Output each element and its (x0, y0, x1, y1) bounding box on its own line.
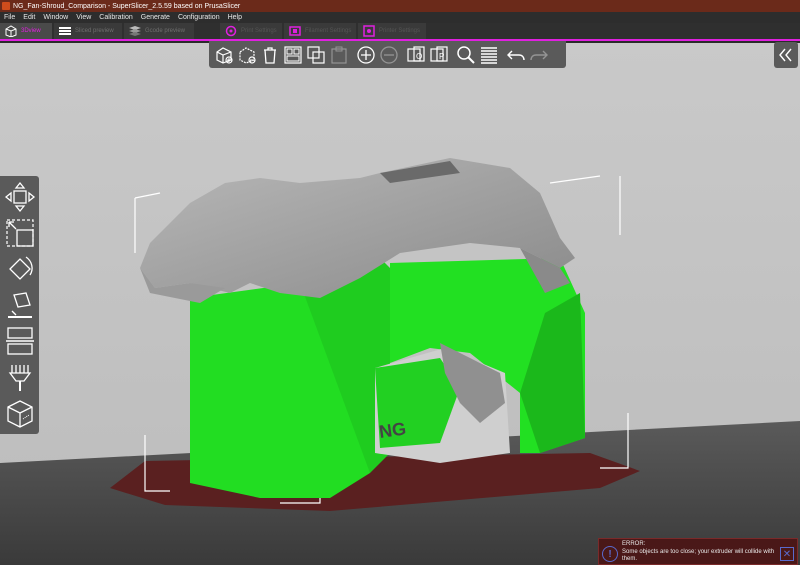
add-button[interactable] (213, 44, 235, 66)
menu-view[interactable]: View (76, 14, 91, 21)
undo-button[interactable] (505, 44, 527, 66)
rotate-icon (8, 256, 33, 280)
paste-button[interactable] (328, 44, 350, 66)
delete-all-button[interactable] (259, 44, 281, 66)
view-cube-button[interactable] (3, 396, 37, 430)
trash-icon (264, 46, 276, 64)
error-notification: ! ERROR: Some objects are too close; you… (598, 538, 798, 565)
menu-window[interactable]: Window (43, 14, 68, 21)
app-icon (2, 2, 10, 10)
gear-icon (224, 25, 238, 37)
delete-button[interactable] (236, 44, 258, 66)
arrange-icon (284, 45, 302, 64)
layers-icon (58, 25, 72, 37)
double-chevron-icon (779, 48, 792, 62)
search-button[interactable] (455, 44, 477, 66)
tab-printer-settings[interactable]: Printer Settings (358, 23, 426, 39)
rotate-tool-button[interactable] (3, 252, 37, 286)
split-objects-button[interactable]: O (405, 44, 427, 66)
split-objects-icon: O (407, 45, 425, 62)
move-tool-button[interactable] (3, 180, 37, 214)
menu-help[interactable]: Help (228, 14, 242, 21)
error-text: ERROR: Some objects are too close; your … (622, 541, 778, 564)
undo-icon (507, 50, 525, 60)
tab-sliced-preview[interactable]: Sliced preview (54, 23, 122, 39)
copy-button[interactable] (305, 44, 327, 66)
split-parts-icon: P (430, 45, 448, 62)
plus-circle-icon (357, 45, 375, 64)
place-on-face-icon (7, 292, 32, 318)
printer-icon (362, 25, 376, 37)
redo-icon (530, 50, 548, 60)
add-instance-button[interactable] (355, 44, 377, 66)
top-toolbar: O P (209, 41, 566, 68)
layer-editing-icon (481, 46, 497, 64)
cut-icon (5, 327, 34, 355)
tab-bar: 3Dview Sliced preview Gcode preview Prin… (0, 23, 800, 41)
add-object-icon (216, 46, 233, 64)
menu-file[interactable]: File (4, 14, 15, 21)
paste-icon (331, 46, 347, 64)
split-parts-button[interactable]: P (428, 44, 450, 66)
scale-tool-button[interactable] (3, 216, 37, 250)
exclamation-icon: ! (602, 546, 618, 562)
redo-button[interactable] (528, 44, 550, 66)
svg-text:P: P (439, 52, 444, 61)
model-embossed-text: NG (378, 418, 408, 442)
copy-icon (307, 45, 325, 64)
view-cube-icon (6, 400, 33, 428)
close-icon: ✕ (782, 548, 792, 560)
window-title: NG_Fan-Shroud_Comparison - SuperSlicer_2… (13, 2, 241, 10)
paint-supports-button[interactable] (3, 360, 37, 394)
gcode-layers-icon (128, 25, 142, 37)
menu-bar: File Edit Window View Calibration Genera… (0, 12, 800, 23)
remove-object-icon (239, 46, 256, 64)
error-message: Some objects are too close; your extrude… (622, 548, 775, 563)
tab-filament-settings[interactable]: Filament Settings (284, 23, 356, 39)
search-icon (457, 45, 475, 64)
arrange-button[interactable] (282, 44, 304, 66)
move-icon (4, 181, 35, 213)
tab-3dview[interactable]: 3Dview (0, 23, 52, 39)
menu-configuration[interactable]: Configuration (178, 14, 220, 21)
cube-icon (4, 25, 18, 37)
paint-brush-icon (8, 365, 31, 391)
3d-scene[interactable]: NG (0, 43, 800, 565)
minus-circle-icon (380, 45, 398, 64)
error-title: ERROR: (622, 541, 646, 547)
tab-gcode-preview[interactable]: Gcode preview (124, 23, 194, 39)
tab-print-settings[interactable]: Print Settings (220, 23, 282, 39)
close-notification-button[interactable]: ✕ (780, 547, 794, 561)
menu-generate[interactable]: Generate (141, 14, 170, 21)
collapse-sidebar-button[interactable] (774, 42, 798, 68)
menu-edit[interactable]: Edit (23, 14, 35, 21)
remove-instance-button[interactable] (378, 44, 400, 66)
spool-icon (288, 25, 302, 37)
place-on-face-button[interactable] (3, 288, 37, 322)
3d-viewport[interactable]: NG (0, 43, 800, 565)
svg-text:O: O (416, 52, 422, 61)
layer-editing-button[interactable] (478, 44, 500, 66)
title-bar: NG_Fan-Shroud_Comparison - SuperSlicer_2… (0, 0, 800, 12)
left-gizmo-toolbar (0, 176, 39, 434)
cut-tool-button[interactable] (3, 324, 37, 358)
menu-calibration[interactable]: Calibration (99, 14, 132, 21)
scale-icon (5, 219, 34, 247)
